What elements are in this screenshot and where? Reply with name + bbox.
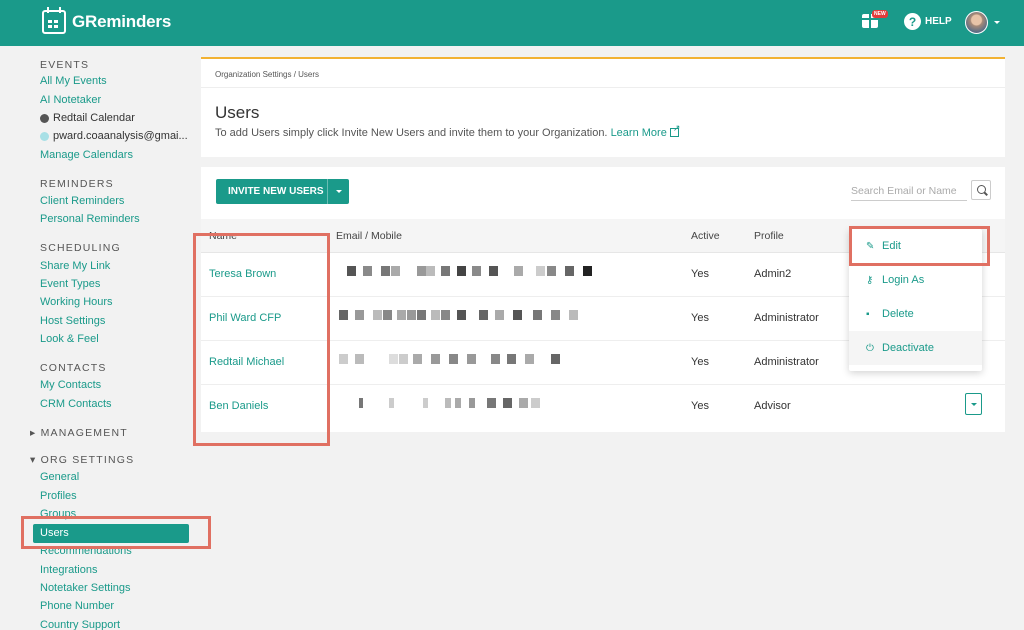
- annotation-highlight-edit: [849, 226, 990, 266]
- page-header-card: Organization Settings / Users Users To a…: [201, 57, 1005, 157]
- page-title: Users: [215, 103, 260, 122]
- user-profile: Administrator: [754, 312, 819, 324]
- new-badge: NEW: [872, 10, 888, 18]
- invite-new-users-button[interactable]: INVITE NEW USERS: [216, 179, 349, 204]
- active-status: Yes: [691, 312, 709, 324]
- sidebar-heading-events: EVENTS: [40, 59, 90, 71]
- menu-item-label: Deactivate: [882, 342, 934, 354]
- calendar-color-dot: [40, 113, 49, 123]
- sidebar-heading-reminders: REMINDERS: [40, 178, 114, 190]
- column-header-active[interactable]: Active: [691, 230, 720, 242]
- calendar-icon: [42, 7, 66, 34]
- row-actions-dropdown[interactable]: [965, 393, 982, 415]
- active-status: Yes: [691, 268, 709, 280]
- menu-item-label: Login As: [882, 274, 925, 286]
- sidebar-item-general[interactable]: General: [40, 471, 79, 483]
- sidebar-item-manage-calendars[interactable]: Manage Calendars: [40, 149, 133, 161]
- menu-item-deactivate[interactable]: ⏻ Deactivate: [849, 331, 982, 365]
- sidebar-heading-org-settings[interactable]: ▾ ORG SETTINGS: [30, 454, 134, 466]
- sidebar-item-integrations[interactable]: Integrations: [40, 564, 97, 576]
- calendar-label: pward.coaanalysis@gmai...: [53, 130, 188, 142]
- sidebar-item-phone-number[interactable]: Phone Number: [40, 600, 114, 612]
- menu-item-login-as[interactable]: ⚷ Login As: [849, 263, 982, 297]
- page-subtitle: To add Users simply click Invite New Use…: [215, 123, 681, 139]
- menu-item-label: Delete: [882, 308, 914, 320]
- sidebar-heading-org-settings-label: ORG SETTINGS: [40, 454, 135, 466]
- sidebar-item-host-settings[interactable]: Host Settings: [40, 315, 105, 327]
- learn-more-link[interactable]: Learn More: [610, 123, 681, 139]
- search-input[interactable]: [851, 181, 967, 201]
- learn-more-label: Learn More: [610, 127, 667, 139]
- calendar-label: Redtail Calendar: [53, 112, 135, 124]
- app-name: GReminders: [72, 12, 172, 31]
- sidebar-heading-contacts: CONTACTS: [40, 362, 107, 374]
- calendar-color-dot: [40, 131, 49, 141]
- sidebar-item-notetaker-settings[interactable]: Notetaker Settings: [40, 582, 131, 594]
- menu-item-delete[interactable]: ▪ Delete: [849, 297, 982, 331]
- page-subtitle-text: To add Users simply click Invite New Use…: [215, 127, 608, 139]
- key-icon: ⚷: [866, 274, 874, 286]
- sidebar-item-crm-contacts[interactable]: CRM Contacts: [40, 398, 112, 410]
- sidebar-item-share-my-link[interactable]: Share My Link: [40, 260, 110, 272]
- sidebar-item-ai-notetaker[interactable]: AI Notetaker: [40, 94, 101, 106]
- search-icon[interactable]: [971, 180, 991, 200]
- app-logo[interactable]: GReminders: [42, 7, 172, 34]
- help-button[interactable]: ? HELP: [904, 13, 952, 30]
- active-status: Yes: [691, 356, 709, 368]
- sidebar-heading-management-label: MANAGEMENT: [40, 427, 128, 439]
- power-icon: ⏻: [866, 342, 874, 354]
- divider: [201, 87, 1005, 88]
- sidebar-item-profiles[interactable]: Profiles: [40, 490, 77, 502]
- avatar[interactable]: [965, 11, 988, 34]
- sidebar-item-redtail-calendar[interactable]: Redtail Calendar: [40, 112, 135, 124]
- top-bar: GReminders NEW ? HELP: [0, 0, 1024, 46]
- active-status: Yes: [691, 400, 709, 412]
- user-profile: Advisor: [754, 400, 791, 412]
- chevron-down-icon[interactable]: [336, 190, 342, 193]
- sidebar-item-working-hours[interactable]: Working Hours: [40, 296, 113, 308]
- sidebar-item-client-reminders[interactable]: Client Reminders: [40, 195, 124, 207]
- sidebar-heading-management[interactable]: ▸ MANAGEMENT: [30, 427, 128, 439]
- help-icon: ?: [904, 13, 921, 30]
- divider: [327, 179, 328, 204]
- sidebar-item-my-contacts[interactable]: My Contacts: [40, 379, 101, 391]
- column-header-email[interactable]: Email / Mobile: [336, 230, 402, 242]
- sidebar-item-look-and-feel[interactable]: Look & Feel: [40, 333, 99, 345]
- user-profile: Admin2: [754, 268, 792, 280]
- column-header-profile[interactable]: Profile: [754, 230, 784, 242]
- sidebar-item-event-types[interactable]: Event Types: [40, 278, 100, 290]
- breadcrumb: Organization Settings / Users: [215, 70, 320, 79]
- sidebar: EVENTS All My Events AI Notetaker Redtai…: [0, 46, 211, 630]
- external-link-icon: [669, 123, 680, 137]
- annotation-highlight-users: [21, 516, 211, 549]
- chevron-down-icon[interactable]: [994, 21, 1000, 24]
- sidebar-item-personal-reminders[interactable]: Personal Reminders: [40, 213, 140, 225]
- sidebar-heading-scheduling: SCHEDULING: [40, 242, 121, 254]
- sidebar-item-all-my-events[interactable]: All My Events: [40, 75, 107, 87]
- invite-label: INVITE NEW USERS: [228, 186, 324, 197]
- annotation-highlight-names: [193, 233, 330, 446]
- help-label: HELP: [925, 16, 952, 27]
- user-profile: Administrator: [754, 356, 819, 368]
- sidebar-item-country-support[interactable]: Country Support: [40, 619, 120, 630]
- trash-icon: ▪: [866, 308, 870, 320]
- sidebar-item-google-calendar[interactable]: pward.coaanalysis@gmai...: [40, 130, 188, 142]
